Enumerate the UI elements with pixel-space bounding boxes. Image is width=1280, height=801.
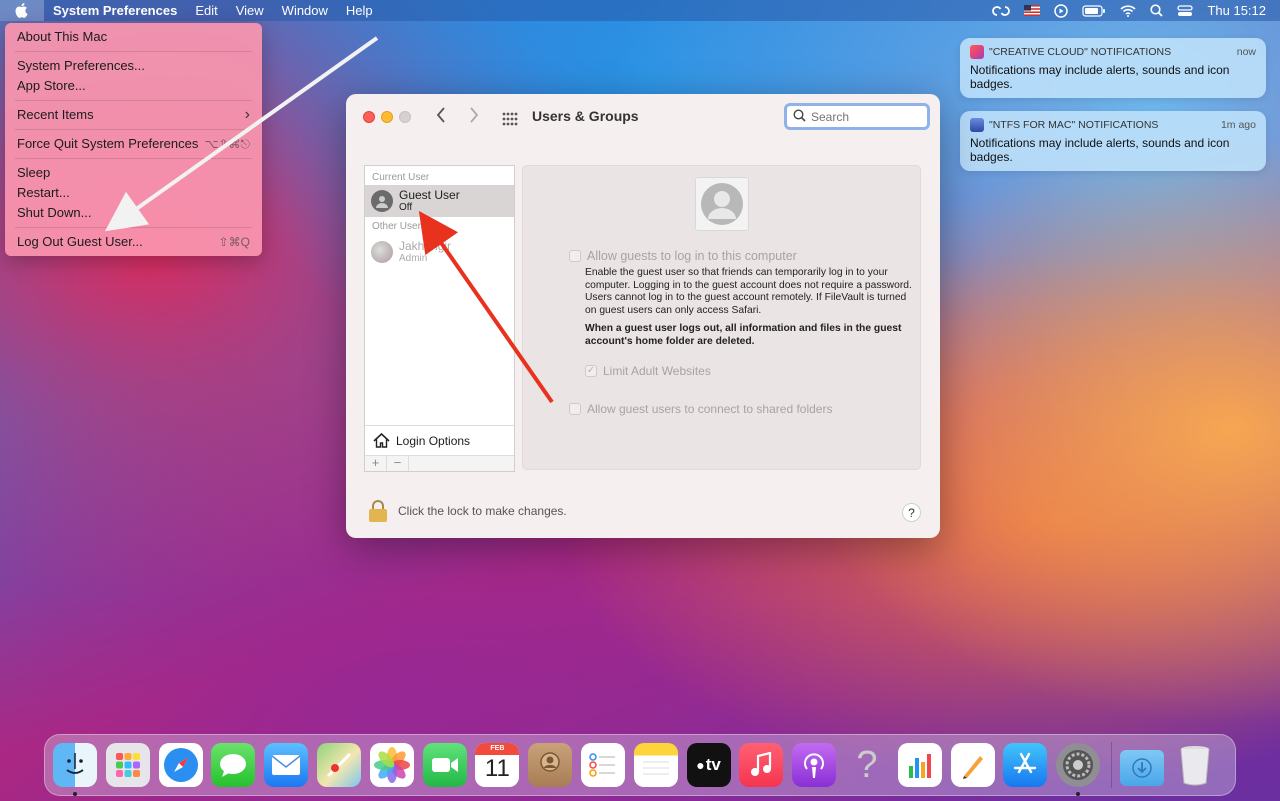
photos-icon[interactable]	[369, 743, 414, 787]
mail-icon[interactable]	[264, 743, 309, 787]
annotation-arrows	[104, 36, 554, 404]
apple-tv-icon[interactable]: ● tv	[686, 743, 731, 787]
reminders-icon[interactable]	[580, 743, 625, 787]
music-icon[interactable]	[739, 743, 784, 787]
launchpad-icon[interactable]	[105, 743, 150, 787]
finder-icon[interactable]	[53, 743, 97, 796]
facetime-icon[interactable]	[422, 743, 467, 787]
podcasts-icon[interactable]	[792, 743, 837, 787]
calendar-icon[interactable]: FEB 11	[475, 743, 520, 787]
safari-icon[interactable]	[158, 743, 203, 787]
messages-icon[interactable]	[211, 743, 256, 787]
system-preferences-icon[interactable]	[1056, 743, 1101, 796]
white-arrow	[104, 36, 379, 232]
calendar-day: 11	[484, 755, 510, 782]
dock-separator	[1110, 742, 1112, 788]
downloads-folder-icon[interactable]	[1119, 750, 1164, 786]
apple-logo-icon: ●	[696, 757, 705, 773]
maps-icon[interactable]	[316, 743, 361, 787]
notes-icon[interactable]	[633, 743, 678, 787]
dock: FEB 11 ● tv ?	[44, 734, 1236, 796]
calendar-month: FEB	[475, 743, 520, 755]
app-store-icon[interactable]	[1003, 743, 1048, 787]
trash-icon[interactable]	[1173, 743, 1217, 787]
contacts-icon[interactable]	[528, 743, 573, 787]
pages-icon[interactable]	[950, 743, 995, 787]
question-mark: ?	[856, 743, 878, 786]
numbers-icon[interactable]	[897, 743, 942, 787]
red-arrow	[418, 210, 554, 404]
help-viewer-icon[interactable]: ?	[845, 743, 889, 787]
tv-label: tv	[705, 755, 721, 774]
